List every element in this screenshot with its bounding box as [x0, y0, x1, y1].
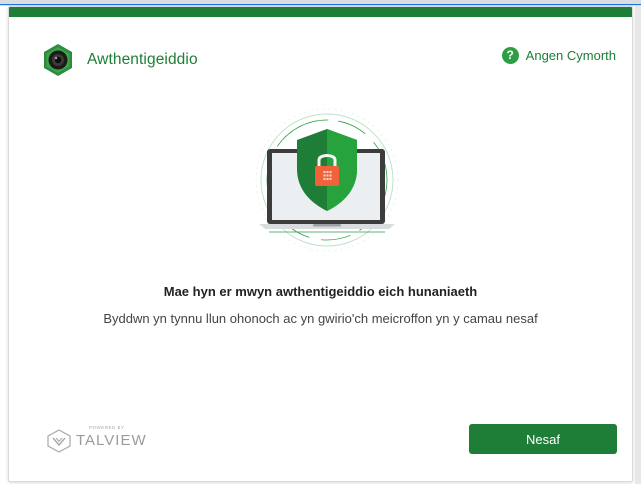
secure-laptop-illustration — [255, 108, 399, 252]
dialog-top-bar — [9, 7, 632, 17]
next-button[interactable]: Nesaf — [469, 424, 617, 454]
question-circle-icon: ? — [501, 47, 519, 64]
dialog-title: Awthentigeiddio — [87, 51, 198, 68]
webcam-logo-icon — [44, 44, 72, 76]
auth-subtext: Byddwn yn tynnu llun ohonoch ac yn gwiri… — [103, 311, 538, 326]
talview-wordmark: TALVIEW — [76, 432, 147, 449]
help-label: Angen Cymorth — [525, 48, 616, 63]
talview-logo-icon — [47, 429, 71, 453]
auth-headline: Mae hyn er mwyn awthentigeiddio eich hun… — [163, 284, 478, 299]
powered-by-talview: POWERED BY TALVIEW — [46, 425, 147, 455]
help-link[interactable]: ? Angen Cymorth — [501, 47, 616, 64]
authentication-dialog: Awthentigeiddio ? Angen Cymorth Mae hyn … — [8, 6, 633, 482]
dialog-header-brand: Awthentigeiddio — [41, 42, 198, 78]
scrollbar-track[interactable] — [635, 6, 641, 484]
powered-by-label: POWERED BY — [89, 425, 125, 430]
